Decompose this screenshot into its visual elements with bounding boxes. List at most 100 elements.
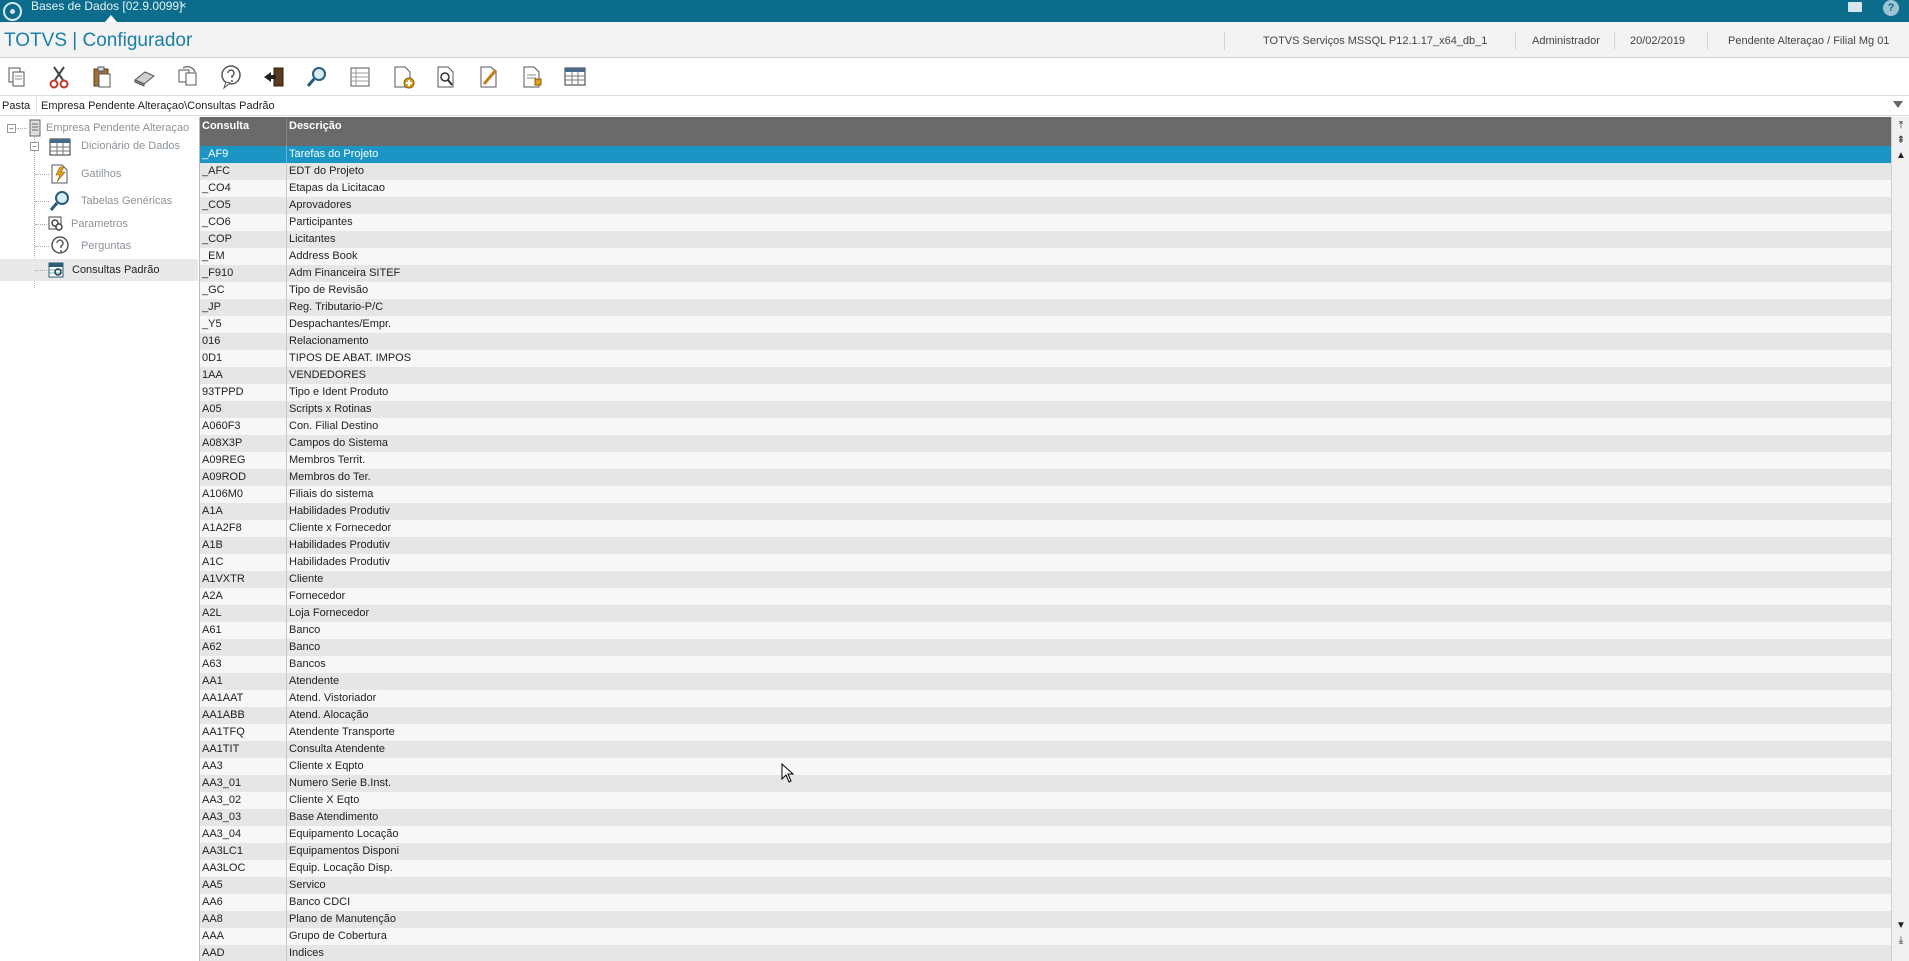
table-row[interactable]: AA3_04 Equipamento Locação bbox=[200, 826, 1892, 843]
table-row[interactable]: 93TPPD Tipo e Ident Produto bbox=[200, 384, 1892, 401]
collapse-toggle-icon[interactable]: − bbox=[7, 124, 16, 133]
table-row[interactable]: A060F3 Con. Filial Destino bbox=[200, 418, 1892, 435]
column-header-consulta[interactable]: Consulta bbox=[202, 120, 249, 132]
table-row[interactable]: A08X3P Campos do Sistema bbox=[200, 435, 1892, 452]
tree-item-consultas-padrao[interactable]: Consultas Padrão bbox=[0, 259, 198, 281]
cell-descricao: VENDEDORES bbox=[289, 369, 367, 381]
table-row[interactable]: AA3_02 Cliente X Eqto bbox=[200, 792, 1892, 809]
table-row[interactable]: AA3LOC Equip. Locação Disp. bbox=[200, 860, 1892, 877]
collapse-toggle-icon[interactable]: − bbox=[30, 142, 39, 151]
table-row[interactable]: A1B Habilidades Produtiv bbox=[200, 537, 1892, 554]
view-document-icon[interactable] bbox=[433, 64, 459, 90]
table-row[interactable]: A1C Habilidades Produtiv bbox=[200, 554, 1892, 571]
help-question-icon[interactable] bbox=[218, 64, 244, 90]
table-row[interactable]: _Y5 Despachantes/Empr. bbox=[200, 316, 1892, 333]
cell-consulta: _COP bbox=[202, 233, 232, 245]
cell-consulta: A2L bbox=[202, 607, 222, 619]
table-row[interactable]: 1AA VENDEDORES bbox=[200, 367, 1892, 384]
table-row[interactable]: A05 Scripts x Rotinas bbox=[200, 401, 1892, 418]
table-row[interactable]: A2A Fornecedor bbox=[200, 588, 1892, 605]
table-row[interactable]: A2L Loja Fornecedor bbox=[200, 605, 1892, 622]
table-row[interactable]: AA1AAT Atend. Vistoriador bbox=[200, 690, 1892, 707]
table-row[interactable]: _CO4 Etapas da Licitacao bbox=[200, 180, 1892, 197]
query-grid: Consulta Descrição _AF9 Tarefas do Projet… bbox=[199, 117, 1892, 961]
pasta-path-field[interactable]: Empresa Pendente Alteraçao\Consultas Pad… bbox=[36, 97, 1892, 115]
column-divider bbox=[286, 656, 287, 673]
table-icon[interactable] bbox=[562, 64, 588, 90]
cell-consulta: A63 bbox=[202, 658, 222, 670]
scroll-top-icon[interactable]: ⤒ bbox=[1894, 120, 1908, 134]
column-header-descricao[interactable]: Descrição bbox=[289, 120, 342, 132]
tab-close-icon[interactable]: × bbox=[180, 0, 186, 12]
table-row[interactable]: A62 Banco bbox=[200, 639, 1892, 656]
vertical-scrollbar[interactable]: ⤒ ⇞ ▲ ▼ ⤓ bbox=[1891, 117, 1909, 961]
column-divider bbox=[286, 299, 287, 316]
table-row[interactable]: _AFC EDT do Projeto bbox=[200, 163, 1892, 180]
table-row[interactable]: AA5 Servico bbox=[200, 877, 1892, 894]
edit-icon[interactable] bbox=[476, 64, 502, 90]
table-row[interactable]: A09REG Membros Territ. bbox=[200, 452, 1892, 469]
cell-descricao: Atend. Vistoriador bbox=[289, 692, 377, 704]
exit-icon[interactable] bbox=[261, 64, 287, 90]
tree-item-dicionario[interactable]: − Dicionário de Dados bbox=[28, 135, 198, 159]
table-row[interactable]: A61 Banco bbox=[200, 622, 1892, 639]
table-row[interactable]: A63 Bancos bbox=[200, 656, 1892, 673]
table-row[interactable]: AA3LC1 Equipamentos Disponi bbox=[200, 843, 1892, 860]
cut-icon[interactable] bbox=[46, 64, 72, 90]
table-row[interactable]: AA1ABB Atend. Alocação bbox=[200, 707, 1892, 724]
scroll-up-icon[interactable]: ▲ bbox=[1894, 150, 1908, 164]
scroll-page-up-icon[interactable]: ⇞ bbox=[1894, 135, 1908, 149]
tree-item-parametros[interactable]: Parametros bbox=[28, 213, 198, 235]
eraser-icon[interactable] bbox=[132, 64, 158, 90]
table-row[interactable]: _JP Reg. Tributario-P/C bbox=[200, 299, 1892, 316]
table-row[interactable]: AAA Grupo de Cobertura bbox=[200, 928, 1892, 945]
add-document-icon[interactable] bbox=[390, 64, 416, 90]
table-row[interactable]: _CO5 Aprovadores bbox=[200, 197, 1892, 214]
table-row[interactable]: A09ROD Membros do Ter. bbox=[200, 469, 1892, 486]
document-icon[interactable] bbox=[519, 64, 545, 90]
chevron-down-icon[interactable] bbox=[1893, 101, 1903, 108]
table-row[interactable]: AA3_01 Numero Serie B.Inst. bbox=[200, 775, 1892, 792]
table-row[interactable]: A1VXTR Cliente bbox=[200, 571, 1892, 588]
table-row[interactable]: A106M0 Filiais do sistema bbox=[200, 486, 1892, 503]
tree-item-label: Parametros bbox=[71, 218, 128, 230]
refresh-icon[interactable] bbox=[175, 64, 201, 90]
cell-descricao: Tipo e Ident Produto bbox=[289, 386, 389, 398]
table-row[interactable]: _F910 Adm Financeira SITEF bbox=[200, 265, 1892, 282]
tree-item-label: Perguntas bbox=[81, 240, 132, 252]
tree-item-gatilhos[interactable]: Gatilhos bbox=[28, 163, 198, 185]
table-row[interactable]: AA3_03 Base Atendimento bbox=[200, 809, 1892, 826]
table-row[interactable]: _GC Tipo de Revisão bbox=[200, 282, 1892, 299]
search-icon[interactable] bbox=[304, 64, 330, 90]
table-row[interactable]: A1A2F8 Cliente x Fornecedor bbox=[200, 520, 1892, 537]
scroll-down-icon[interactable]: ▼ bbox=[1894, 920, 1908, 934]
table-row[interactable]: AA1TIT Consulta Atendente bbox=[200, 741, 1892, 758]
table-row[interactable]: A1A Habilidades Produtiv bbox=[200, 503, 1892, 520]
table-row[interactable]: 0D1 TIPOS DE ABAT. IMPOS bbox=[200, 350, 1892, 367]
table-row[interactable]: AA6 Banco CDCI bbox=[200, 894, 1892, 911]
list-icon[interactable] bbox=[347, 64, 373, 90]
column-divider bbox=[286, 741, 287, 758]
scroll-bottom-icon[interactable]: ⤓ bbox=[1894, 935, 1908, 949]
cell-consulta: AA6 bbox=[202, 896, 223, 908]
tree-item-tabelas-genericas[interactable]: Tabelas Genéricas bbox=[28, 190, 198, 212]
tree-item-perguntas[interactable]: Perguntas bbox=[28, 235, 198, 257]
copy-icon[interactable] bbox=[4, 64, 30, 90]
navigation-tree: − Empresa Pendente Alteraçao − Dicionári… bbox=[0, 117, 198, 961]
table-row[interactable]: _CO6 Participantes bbox=[200, 214, 1892, 231]
table-row[interactable]: AAD Indices bbox=[200, 945, 1892, 961]
table-row[interactable]: _COP Licitantes bbox=[200, 231, 1892, 248]
table-row[interactable]: 016 Relacionamento bbox=[200, 333, 1892, 350]
table-row[interactable]: _AF9 Tarefas do Projeto bbox=[200, 146, 1892, 163]
table-row[interactable]: AA1TFQ Atendente Transporte bbox=[200, 724, 1892, 741]
table-row[interactable]: AA8 Plano de Manutenção bbox=[200, 911, 1892, 928]
table-row[interactable]: _EM Address Book bbox=[200, 248, 1892, 265]
table-row[interactable]: AA3 Cliente x Eqpto bbox=[200, 758, 1892, 775]
paste-icon[interactable] bbox=[89, 64, 115, 90]
totvs-logo-icon[interactable] bbox=[3, 2, 22, 21]
user-info: Administrador bbox=[1532, 35, 1600, 47]
mail-icon[interactable] bbox=[1848, 2, 1862, 12]
column-divider bbox=[286, 146, 287, 163]
table-row[interactable]: AA1 Atendente bbox=[200, 673, 1892, 690]
help-icon[interactable]: ? bbox=[1883, 0, 1899, 16]
